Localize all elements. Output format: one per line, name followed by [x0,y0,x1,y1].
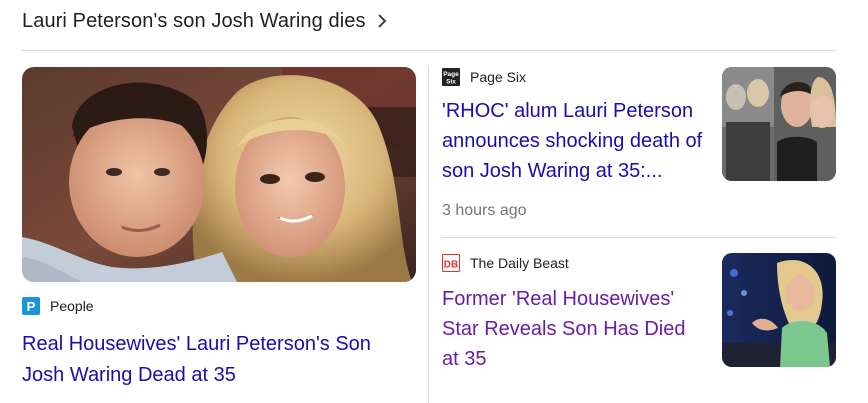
topic-header[interactable]: Lauri Peterson's son Josh Waring dies [22,8,388,34]
story-source: Page Six Page Six [442,67,526,87]
daily-beast-logo-icon: DB [442,254,460,272]
story-source: DB The Daily Beast [442,253,569,273]
story-timestamp: 3 hours ago [442,202,527,219]
story-divider [442,237,836,238]
story-headline[interactable]: Former 'Real Housewives' Star Reveals So… [442,284,704,374]
main-story-source: P People [22,296,94,316]
column-divider [428,67,429,403]
source-name: Page Six [470,69,527,85]
people-logo-icon: P [22,297,40,315]
source-name: People [50,298,94,314]
story-thumbnail[interactable] [722,253,836,367]
svg-text:Six: Six [446,79,456,86]
svg-text:Page: Page [443,71,459,78]
svg-text:P: P [27,299,36,314]
source-name: The Daily Beast [470,255,569,271]
page-six-logo-icon: Page Six [442,68,460,86]
topic-title: Lauri Peterson's son Josh Waring dies [22,9,366,32]
story-headline[interactable]: 'RHOC' alum Lauri Peterson announces sho… [442,96,704,186]
main-story-card[interactable]: P People Real Housewives' Lauri Peterson… [22,67,416,386]
main-story-headline[interactable]: Real Housewives' Lauri Peterson's Son Jo… [22,329,416,391]
svg-text:DB: DB [444,260,458,271]
main-story-image[interactable] [22,67,416,282]
chevron-right-icon [376,11,388,31]
header-divider [22,50,836,51]
story-thumbnail[interactable] [722,67,836,181]
